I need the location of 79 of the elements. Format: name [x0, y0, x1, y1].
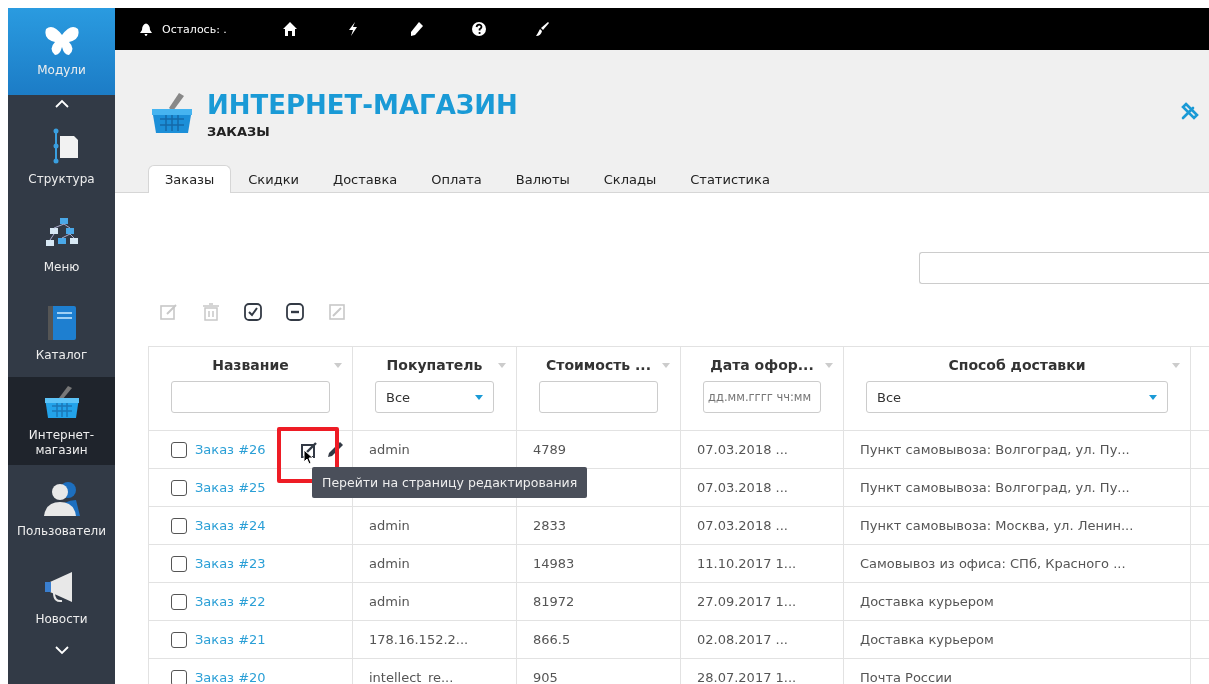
page-title: ИНТЕРНЕТ-МАГАЗИН [207, 89, 518, 120]
sidebar-item[interactable]: Новости [8, 553, 115, 641]
tooltip: Перейти на страницу редактирования [312, 466, 588, 498]
table-cell: 905 [533, 670, 558, 684]
tools-icon[interactable] [1181, 102, 1199, 120]
user-icon [41, 479, 82, 518]
table-cell: intellect_re... [369, 670, 454, 684]
tab[interactable]: Валюты [498, 165, 587, 193]
table-cell: 07.03.2018 ... [697, 518, 788, 533]
chevron-up-icon[interactable] [54, 99, 69, 109]
sidebar-item[interactable]: Пользователи [8, 465, 115, 553]
tab[interactable]: Доставка [315, 165, 415, 193]
table-cell: 4789 [533, 442, 567, 457]
butterfly-icon [42, 25, 81, 57]
column-header: Способ доставки [948, 357, 1086, 373]
caret-down-icon [475, 394, 483, 400]
check-square-icon[interactable] [243, 302, 263, 322]
table-cell: 07.03.2018 ... [697, 442, 788, 457]
caret-down-icon [1149, 394, 1157, 400]
table-cell: 02.08.2017 ... [697, 632, 788, 647]
table-cell: admin [369, 594, 410, 609]
search-field[interactable] [919, 252, 1209, 284]
filter-dropdown[interactable]: Все [375, 381, 494, 413]
row-checkbox[interactable] [171, 517, 187, 534]
sidebar-item[interactable]: Интернет-магазин [8, 377, 115, 465]
table-cell: Доставка курьером [860, 594, 994, 609]
filter-dropdown[interactable]: Все [866, 381, 1168, 413]
table-cell: 2833 [533, 518, 567, 533]
table-cell: Доставка курьером [860, 632, 994, 647]
tab[interactable]: Скидки [231, 165, 316, 193]
help-icon[interactable] [471, 21, 487, 37]
row-checkbox[interactable] [171, 631, 187, 648]
table-cell: admin [369, 518, 410, 533]
cursor-icon [303, 448, 314, 465]
remaining-label: Осталось: . [162, 22, 227, 36]
row-checkbox[interactable] [171, 669, 187, 684]
table-cell: 866.5 [533, 632, 571, 647]
table-cell: Почта России [860, 670, 953, 684]
table-cell: 27.09.2017 1... [697, 594, 797, 609]
chevron-down-icon[interactable] [54, 645, 69, 655]
table-cell: admin [369, 556, 410, 571]
column-header: Стоимость ... [546, 357, 651, 373]
filter-field[interactable] [539, 381, 658, 413]
row-checkbox[interactable] [171, 593, 187, 610]
tab[interactable]: Оплата [414, 165, 499, 193]
edit-icon[interactable] [299, 440, 318, 459]
column-header: Название [212, 357, 289, 373]
bell-icon [140, 22, 152, 36]
table-cell: 07.03.2018 ... [697, 480, 788, 495]
brush-icon[interactable] [534, 21, 550, 37]
tab[interactable]: Статистика [673, 165, 787, 193]
row-checkbox[interactable] [171, 555, 187, 572]
tab[interactable]: Склады [586, 165, 674, 193]
table-cell: Пункт самовывоза: Волгоград, ул. Пу... [860, 480, 1130, 495]
table-cell: Самовывоз из офиса: СПб, Красного ... [860, 556, 1126, 571]
modules-button[interactable]: Модули [8, 8, 115, 95]
row-checkbox[interactable] [171, 441, 187, 458]
column-header: Покупатель [386, 357, 483, 373]
table-cell: 28.07.2017 1... [697, 670, 797, 684]
pencil-icon[interactable] [325, 440, 344, 459]
tab[interactable]: Заказы [148, 165, 232, 193]
table-cell: Пункт самовывоза: Москва, ул. Ленин... [860, 518, 1134, 533]
pen-icon[interactable] [408, 21, 424, 37]
row-checkbox[interactable] [171, 479, 187, 496]
table-cell: 81972 [533, 594, 575, 609]
sidebar-item[interactable]: Каталог [8, 289, 115, 377]
date-filter-field[interactable]: дд.мм.гггг чч:мм [703, 381, 821, 413]
filter-field[interactable] [171, 381, 330, 413]
table-cell: admin [369, 442, 410, 457]
sidebar-item[interactable]: Меню [8, 201, 115, 289]
home-icon[interactable] [282, 21, 298, 37]
table-cell: Пункт самовывоза: Волгоград, ул. Пу... [860, 442, 1130, 457]
table-cell: 14983 [533, 556, 575, 571]
column-header: Дата офор... [710, 357, 814, 373]
table-cell: 178.16.152.2... [369, 632, 469, 647]
minus-square-icon[interactable] [285, 302, 305, 322]
page-subtitle: ЗАКАЗЫ [207, 123, 271, 139]
sidebar-item[interactable]: Структура [8, 113, 115, 201]
table-cell: 11.10.2017 1... [697, 556, 797, 571]
